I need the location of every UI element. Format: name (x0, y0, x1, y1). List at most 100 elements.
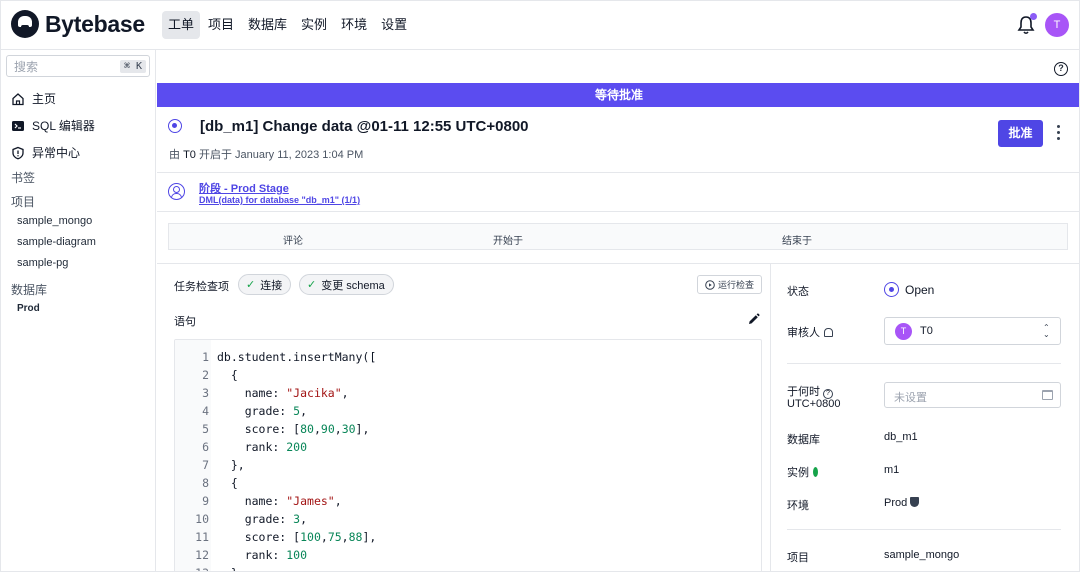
sidebar-item-label: SQL 编辑器 (32, 119, 95, 133)
issue-opened-text: 开启于 January 11, 2023 1:04 PM (198, 149, 364, 161)
open-status-icon (884, 282, 899, 297)
top-bar: Bytebase 工单 项目 数据库 实例 环境 设置 T (1, 1, 1079, 50)
code-line: 11 score: [100,75,88], (175, 528, 376, 546)
check-chip-connection[interactable]: ✓ 连接 (238, 274, 292, 295)
notification-dot (1030, 13, 1037, 20)
calendar-icon (1042, 390, 1053, 400)
code-text: db.student.insertMany([ (217, 350, 377, 364)
environment-label: 环境 (787, 500, 809, 512)
line-number: 1 (202, 350, 209, 364)
code-text: { (217, 368, 238, 382)
issue-author[interactable]: T0 (183, 149, 196, 161)
statement-code-editor[interactable]: 1 db.student.insertMany([2 {3 name: "Jaci… (174, 339, 762, 571)
nav-settings[interactable]: 设置 (375, 11, 413, 39)
check-chip-schema[interactable]: ✓ 变更 schema (299, 274, 394, 295)
divider (157, 211, 1079, 212)
sidebar-item-anomaly-center[interactable]: 异常中心 (11, 144, 80, 161)
line-number: 11 (195, 530, 209, 544)
app-window: Bytebase 工单 项目 数据库 实例 环境 设置 T 搜索 ⌘ K 主页 … (0, 0, 1080, 572)
sidebar-project-item[interactable]: sample_mongo (17, 215, 92, 227)
approve-button[interactable]: 批准 (998, 120, 1043, 147)
home-icon (12, 92, 24, 105)
main-nav: 工单 项目 数据库 实例 环境 设置 (162, 11, 413, 39)
code-line: 12 rank: 100 (175, 546, 307, 564)
nav-projects[interactable]: 项目 (202, 11, 240, 39)
sidebar-item-label: 主页 (32, 92, 57, 106)
code-text: name: "James", (217, 494, 342, 508)
line-number: 6 (202, 440, 209, 454)
line-number: 10 (195, 512, 209, 526)
code-line: 7 }, (175, 456, 245, 474)
databases-heading: 数据库 (11, 283, 48, 297)
code-text: score: [80,90,30], (217, 422, 370, 436)
sidebar-item-sql-editor[interactable]: SQL 编辑器 (11, 117, 95, 134)
nav-databases[interactable]: 数据库 (242, 11, 293, 39)
play-circle-icon (705, 279, 715, 290)
shortcut-badge: ⌘ K (119, 59, 146, 73)
edit-pencil-icon[interactable] (747, 313, 760, 326)
task-table-header: 评论 开始于 结束于 (168, 223, 1068, 250)
line-number: 5 (202, 422, 209, 436)
line-number: 7 (202, 458, 209, 472)
instance-value[interactable]: m1 (884, 464, 899, 476)
sidebar-project-item[interactable]: sample-diagram (17, 236, 96, 248)
due-date-input[interactable]: 未设置 (884, 382, 1061, 408)
terminal-icon (12, 120, 24, 131)
instance-label-text: 实例 (787, 467, 809, 479)
sidebar-project-item[interactable]: sample-pg (17, 257, 68, 269)
code-text: } (217, 564, 238, 571)
issue-status-icon (168, 119, 182, 133)
line-number: 4 (202, 404, 209, 418)
code-line: 8 { (175, 474, 238, 492)
issue-title[interactable]: [db_m1] Change data @01-11 12:55 UTC+080… (200, 118, 529, 135)
code-line: 13 } (175, 564, 238, 571)
search-input[interactable]: 搜索 ⌘ K (6, 55, 150, 77)
timezone-label: UTC+0800 (787, 398, 841, 410)
app-name: Bytebase (45, 10, 145, 37)
project-value[interactable]: sample_mongo (884, 549, 959, 561)
logo[interactable]: Bytebase (11, 10, 145, 38)
stage-link[interactable]: 阶段 - Prod Stage (199, 180, 289, 196)
chip-label: 变更 schema (321, 279, 385, 292)
statement-label: 语句 (174, 316, 196, 328)
more-options-icon[interactable] (1057, 125, 1061, 143)
select-chevron-icon: ⌃ ⌄ (1043, 323, 1050, 339)
sidebar: 搜索 ⌘ K 主页 SQL 编辑器 异常中心 书签 项目 sample_mong… (1, 50, 156, 571)
issue-meta: 由 T0 开启于 January 11, 2023 1:04 PM (169, 146, 363, 162)
sidebar-database-group[interactable]: Prod (17, 303, 40, 314)
code-line: 2 { (175, 366, 238, 384)
line-number: 8 (202, 476, 209, 490)
code-text: }, (217, 458, 245, 472)
nav-instances[interactable]: 实例 (295, 11, 333, 39)
line-number: 13 (175, 564, 209, 571)
bytebase-logo-icon (11, 10, 39, 38)
pane-divider (770, 264, 771, 571)
divider (157, 263, 1079, 264)
code-line: 5 score: [80,90,30], (175, 420, 369, 438)
sidebar-item-home[interactable]: 主页 (11, 90, 56, 107)
when-label: 于何时? (787, 383, 833, 399)
divider (157, 172, 1079, 173)
database-label: 数据库 (787, 434, 820, 446)
reviewer-select[interactable]: T T0 ⌃ ⌄ (884, 317, 1061, 345)
check-icon: ✓ (307, 279, 317, 291)
environment-value[interactable]: Prod (884, 497, 920, 509)
task-link[interactable]: DML(data) for database "db_m1" (1/1) (199, 195, 360, 205)
nav-issues[interactable]: 工单 (162, 11, 201, 39)
code-text: name: "Jacika", (217, 386, 349, 400)
projects-heading: 项目 (11, 195, 36, 209)
code-line: 9 name: "James", (175, 492, 342, 510)
divider (787, 529, 1061, 530)
chip-label: 连接 (260, 279, 283, 292)
user-avatar[interactable]: T (1045, 13, 1069, 37)
status-banner: 等待批准 (157, 83, 1079, 107)
nav-environments[interactable]: 环境 (335, 11, 373, 39)
run-checks-label: 运行检查 (717, 280, 754, 290)
run-checks-button[interactable]: 运行检查 (697, 275, 762, 294)
reviewer-bell-icon[interactable] (824, 328, 833, 337)
database-value[interactable]: db_m1 (884, 431, 918, 443)
stage-user-icon (168, 183, 185, 200)
help-icon[interactable]: ? (1054, 62, 1068, 76)
status-value: Open (905, 283, 935, 297)
issue-meta-prefix: 由 (169, 149, 180, 161)
